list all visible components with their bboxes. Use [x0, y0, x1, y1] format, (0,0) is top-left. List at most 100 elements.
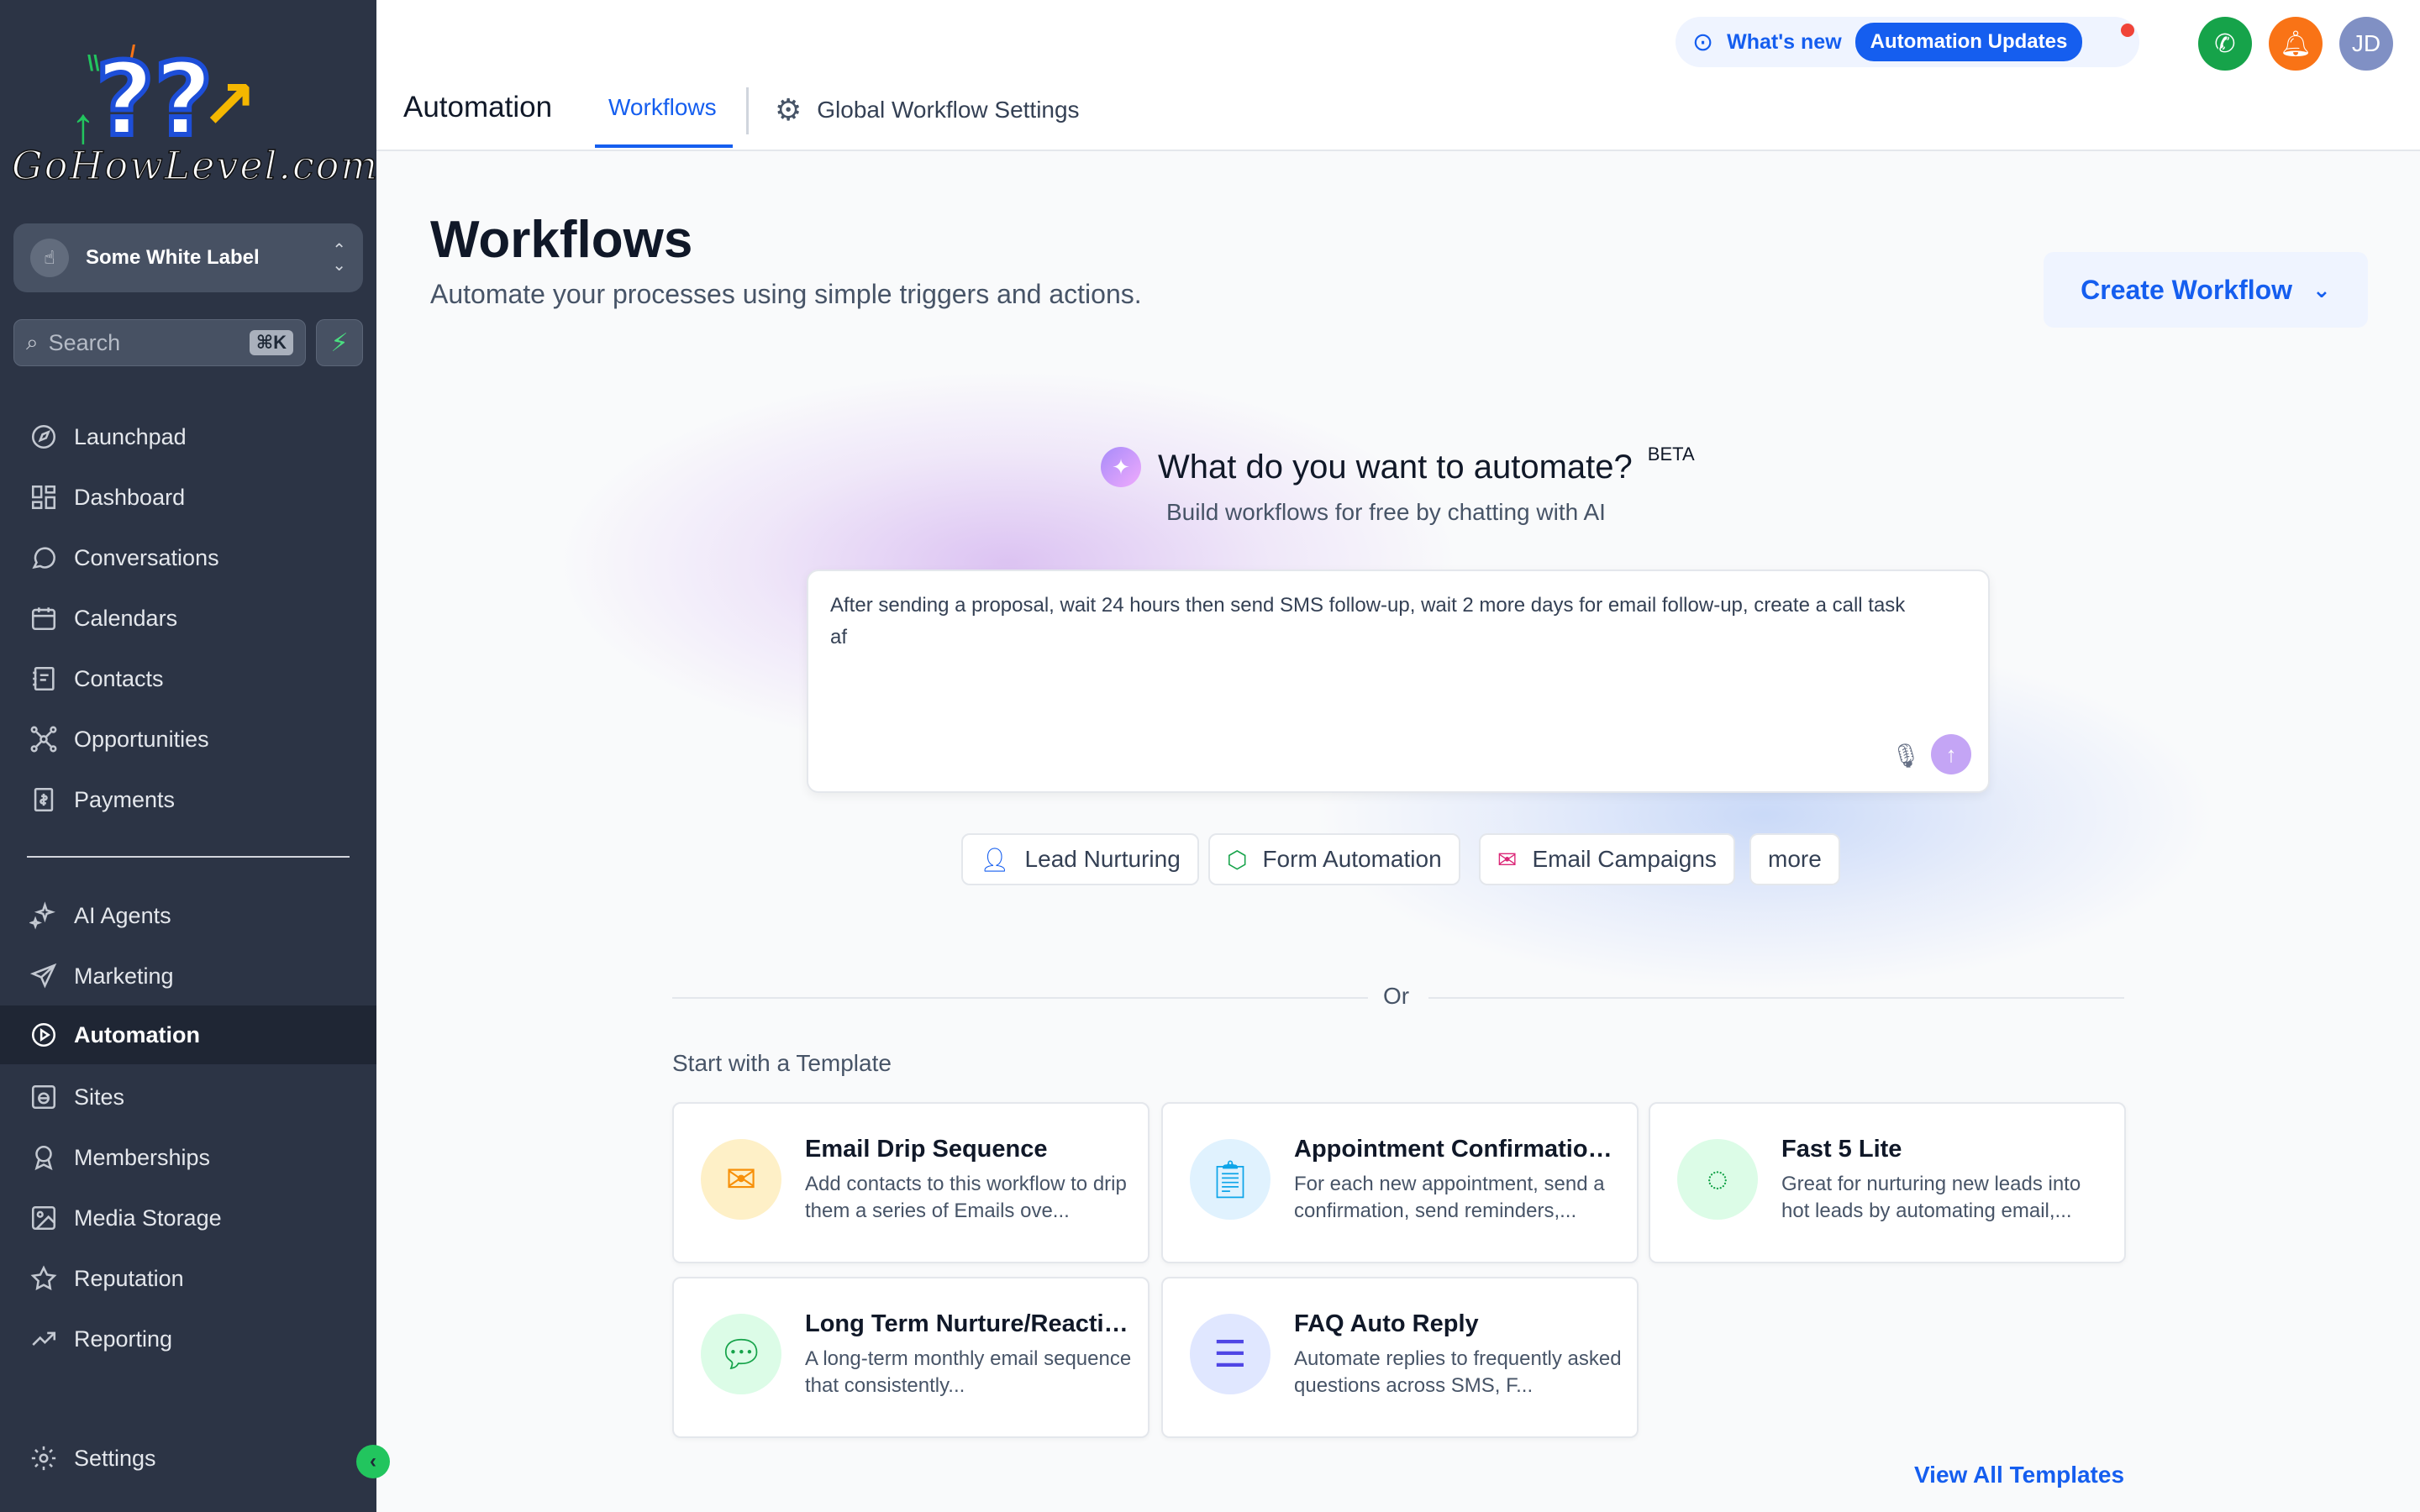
ai-builder-title: What do you want to automate?: [1158, 448, 1633, 486]
template-title: Long Term Nurture/Reactiv...: [805, 1310, 1133, 1337]
sidebar-item-calendars[interactable]: Calendars: [0, 589, 376, 648]
search-shortcut: ⌘K: [249, 330, 293, 355]
globe-window-icon: [27, 1080, 60, 1114]
sidebar-item-reporting[interactable]: Reporting: [0, 1310, 376, 1368]
chip-label: Lead Nurturing: [1024, 846, 1181, 872]
sidebar-item-label: Conversations: [74, 544, 219, 570]
sidebar-item-payments[interactable]: Payments: [0, 770, 376, 829]
ai-prompt-textarea[interactable]: After sending a proposal, wait 24 hours …: [807, 570, 1990, 793]
grid-icon: [27, 480, 60, 514]
sidebar-item-label: Calendars: [74, 605, 178, 631]
phone-button[interactable]: ✆: [2198, 17, 2252, 71]
logo-question-icon: ??: [93, 42, 215, 159]
account-switcher[interactable]: ☝ Some White Label ⌃ ⌄: [13, 223, 363, 292]
active-tab-indicator: [595, 144, 733, 148]
sidebar-item-opportunities[interactable]: Opportunities: [0, 710, 376, 769]
list-flag-icon: ☰: [1190, 1314, 1270, 1394]
sidebar-item-label: Opportunities: [74, 726, 209, 752]
template-card-long-term-nurture[interactable]: 💬︎ Long Term Nurture/Reactiv... A long-t…: [672, 1277, 1150, 1438]
award-icon: [27, 1141, 60, 1174]
notifications-button[interactable]: 🔔︎: [2269, 17, 2323, 71]
sidebar-item-conversations[interactable]: Conversations: [0, 528, 376, 587]
chat-icon: [27, 541, 60, 575]
chip-more[interactable]: more: [1749, 833, 1840, 885]
sidebar-divider: [27, 856, 350, 858]
automation-updates-pill[interactable]: Automation Updates: [1854, 23, 2083, 61]
bell-icon: 🔔︎: [2279, 29, 2312, 58]
template-title: Appointment Confirmation ...: [1294, 1136, 1622, 1163]
chat-icon: 💬︎: [701, 1314, 781, 1394]
search-input[interactable]: ⌕ Search ⌘K: [13, 319, 306, 366]
sidebar-item-label: Settings: [74, 1445, 156, 1471]
sidebar-item-label: Contacts: [74, 665, 164, 691]
sidebar-item-label: AI Agents: [74, 902, 171, 928]
microphone-icon[interactable]: 🎙︎: [1891, 742, 1921, 769]
play-search-icon: ⊙: [1692, 28, 1714, 56]
template-card-email-drip[interactable]: ✉ Email Drip Sequence Add contacts to th…: [672, 1102, 1150, 1263]
sidebar-item-sites[interactable]: Sites: [0, 1068, 376, 1126]
template-card-faq-auto-reply[interactable]: ☰ FAQ Auto Reply Automate replies to fre…: [1161, 1277, 1639, 1438]
image-icon: [27, 1201, 60, 1235]
sidebar-item-reputation[interactable]: Reputation: [0, 1249, 376, 1308]
sidebar: \\ / \\ ↑ ?? ↗ GoHowLevel.com ☝ Some Whi…: [0, 0, 380, 1512]
loader-icon: ◌: [1677, 1139, 1758, 1220]
mail-user-icon: ✉: [701, 1139, 781, 1220]
sidebar-item-memberships[interactable]: Memberships: [0, 1128, 376, 1187]
account-name: Some White Label: [86, 246, 260, 269]
bolt-icon: ⚡: [330, 328, 349, 357]
logo-wordmark: GoHowLevel.com: [11, 142, 380, 189]
star-icon: [27, 1262, 60, 1295]
sidebar-item-automation[interactable]: Automation: [0, 1005, 376, 1064]
sidebar-item-marketing[interactable]: Marketing: [0, 947, 376, 1005]
or-divider-left: [672, 997, 1368, 999]
chip-lead-nurturing[interactable]: 👤︎ Lead Nurturing: [961, 833, 1199, 885]
logo[interactable]: \\ / \\ ↑ ?? ↗ GoHowLevel.com: [11, 42, 380, 193]
template-description: Add contacts to this workflow to drip th…: [805, 1173, 1127, 1222]
sidebar-item-launchpad[interactable]: Launchpad: [0, 407, 376, 466]
create-workflow-button[interactable]: Create Workflow ⌄: [2044, 252, 2368, 328]
sparkles-icon: [27, 899, 60, 932]
arrow-up-icon: ↑: [1945, 741, 1957, 767]
sidebar-item-media-storage[interactable]: Media Storage: [0, 1189, 376, 1247]
ai-builder-subtitle: Build workflows for free by chatting wit…: [1166, 499, 1606, 525]
template-description: Great for nurturing new leads into hot l…: [1781, 1173, 2081, 1222]
quick-actions-button[interactable]: ⚡: [316, 319, 363, 366]
search-icon: ⌕: [26, 329, 39, 354]
beta-badge: BETA: [1647, 444, 1695, 465]
sidebar-item-label: Reporting: [74, 1326, 173, 1352]
avatar[interactable]: JD: [2339, 17, 2393, 71]
tab-global-workflow-settings[interactable]: ⚙ Global Workflow Settings: [775, 92, 1080, 128]
or-divider-right: [1428, 997, 2124, 999]
tab-workflows[interactable]: Workflows: [608, 94, 717, 121]
send-button[interactable]: ↑: [1931, 734, 1971, 774]
chevron-updown-icon: ⌃ ⌄: [332, 241, 346, 275]
sidebar-item-label: Sites: [74, 1084, 125, 1110]
template-card-fast-5-lite[interactable]: ◌ Fast 5 Lite Great for nurturing new le…: [1649, 1102, 2126, 1263]
chevron-down-icon: ⌄: [2312, 276, 2331, 302]
sidebar-item-label: Dashboard: [74, 484, 186, 510]
sidebar-item-settings[interactable]: Settings: [0, 1429, 376, 1488]
ai-prompt-value: After sending a proposal, wait 24 hours …: [830, 594, 1906, 648]
template-card-appointment-confirmation[interactable]: 📋︎ Appointment Confirmation ... For each…: [1161, 1102, 1639, 1263]
sidebar-item-label: Media Storage: [74, 1205, 222, 1231]
play-circle-icon: [27, 1018, 60, 1052]
sidebar-item-dashboard[interactable]: Dashboard: [0, 468, 376, 527]
calendar-icon: [27, 601, 60, 635]
sidebar-item-contacts[interactable]: Contacts: [0, 649, 376, 708]
templates-heading: Start with a Template: [672, 1050, 892, 1076]
phone-icon: ✆: [2214, 29, 2236, 58]
whats-new-button[interactable]: ⊙ What's new Automation Updates: [1676, 17, 2139, 67]
template-description: For each new appointment, send a confirm…: [1294, 1173, 1605, 1222]
chip-label: more: [1768, 846, 1822, 872]
gear-icon: [27, 1441, 60, 1475]
chip-form-automation[interactable]: ⬡ Form Automation: [1208, 833, 1460, 885]
sidebar-item-ai-agents[interactable]: AI Agents: [0, 886, 376, 945]
gear-icon: ⚙: [775, 92, 802, 127]
view-all-templates-link[interactable]: View All Templates: [1914, 1462, 2124, 1488]
sidebar-collapse-button[interactable]: ‹: [356, 1445, 390, 1478]
sidebar-item-label: Reputation: [74, 1265, 184, 1291]
create-workflow-label: Create Workflow: [2081, 274, 2293, 305]
chip-email-campaigns[interactable]: ✉ Email Campaigns: [1479, 833, 1735, 885]
clipboard-check-icon: 📋︎: [1190, 1139, 1270, 1220]
page-title: Workflows: [430, 211, 693, 269]
